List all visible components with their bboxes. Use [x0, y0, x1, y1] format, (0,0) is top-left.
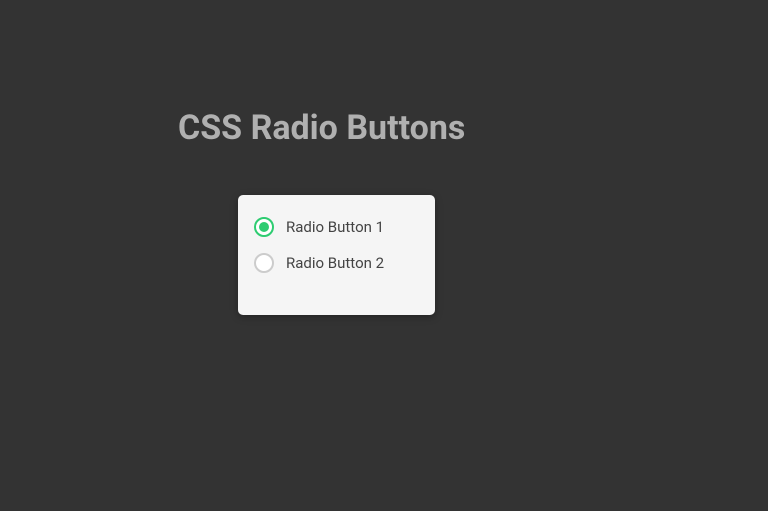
radio-indicator-unselected-icon — [254, 253, 274, 273]
radio-label: Radio Button 2 — [286, 254, 384, 272]
page-title: CSS Radio Buttons — [178, 108, 465, 148]
radio-option-2[interactable]: Radio Button 2 — [254, 253, 419, 273]
radio-option-1[interactable]: Radio Button 1 — [254, 217, 419, 237]
radio-label: Radio Button 1 — [286, 218, 384, 236]
radio-indicator-selected-icon — [254, 217, 274, 237]
radio-group-card: Radio Button 1 Radio Button 2 — [238, 195, 435, 315]
